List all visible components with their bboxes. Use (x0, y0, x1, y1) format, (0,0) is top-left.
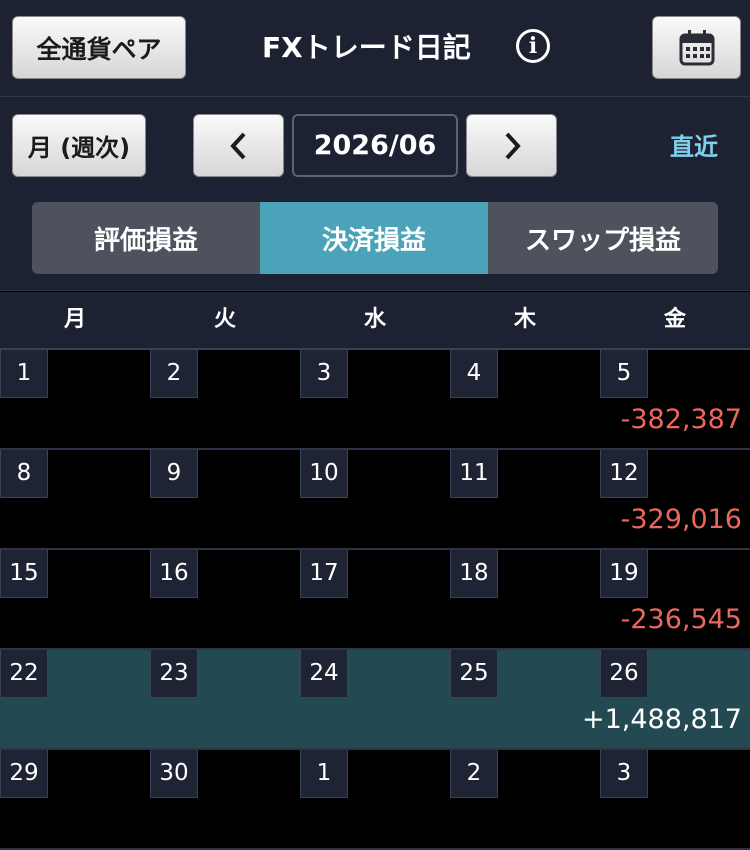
app-title: FXトレード日記 (262, 31, 471, 64)
day-number[interactable]: 24 (300, 650, 348, 698)
top-bar: 全通貨ペア FXトレード日記 i (0, 0, 750, 97)
day-number[interactable]: 30 (150, 750, 198, 798)
day-number[interactable]: 23 (150, 650, 198, 698)
day-number[interactable]: 3 (600, 750, 648, 798)
week-row[interactable]: 1 2 3 4 5 -382,387 (0, 350, 750, 450)
day-number[interactable]: 11 (450, 450, 498, 498)
weekly-pl-value: -382,387 (620, 404, 742, 435)
day-number[interactable]: 19 (600, 550, 648, 598)
weekday-label: 火 (213, 307, 236, 332)
day-number[interactable]: 2 (450, 750, 498, 798)
day-number[interactable]: 8 (0, 450, 48, 498)
day-number[interactable]: 1 (300, 750, 348, 798)
latest-link[interactable]: 直近 (670, 127, 718, 162)
day-number[interactable]: 16 (150, 550, 198, 598)
tab-swap-pl[interactable]: スワップ損益 (488, 202, 718, 274)
weekly-pl-value: -329,016 (620, 504, 742, 535)
current-month-display: 2026/06 (292, 114, 458, 177)
day-number[interactable]: 26 (600, 650, 648, 698)
day-number[interactable]: 3 (300, 350, 348, 398)
day-number[interactable]: 2 (150, 350, 198, 398)
day-number[interactable]: 4 (450, 350, 498, 398)
day-number[interactable]: 9 (150, 450, 198, 498)
navigation-bar: 月 (週次) 2026/06 直近 評価損益 決済損益 スワップ損益 (0, 97, 750, 291)
day-number[interactable]: 17 (300, 550, 348, 598)
calendar-icon (679, 29, 714, 65)
previous-month-button[interactable] (193, 114, 284, 177)
weekday-label: 月 (63, 307, 86, 332)
weekday-label: 木 (513, 307, 536, 332)
week-row[interactable]: 22 23 24 25 26 +1,488,817 (0, 650, 750, 750)
day-number[interactable]: 29 (0, 750, 48, 798)
weekday-header: 月 火 水 木 金 (0, 292, 750, 350)
weekly-pl-value: +1,488,817 (581, 704, 742, 735)
next-month-button[interactable] (466, 114, 557, 177)
chevron-right-icon (505, 132, 521, 159)
tab-unrealized-pl[interactable]: 評価損益 (32, 202, 260, 274)
chevron-left-icon (229, 132, 245, 159)
week-row[interactable]: 29 30 1 2 3 (0, 750, 750, 850)
weekly-pl-value: -236,545 (620, 604, 742, 635)
weekday-label: 金 (663, 307, 686, 332)
day-number[interactable]: 18 (450, 550, 498, 598)
tab-realized-pl[interactable]: 決済損益 (260, 202, 488, 274)
pl-type-tabs: 評価損益 決済損益 スワップ損益 (32, 202, 718, 274)
info-icon[interactable]: i (516, 29, 550, 63)
period-mode-button[interactable]: 月 (週次) (12, 114, 146, 177)
day-number[interactable]: 1 (0, 350, 48, 398)
week-row[interactable]: 15 16 17 18 19 -236,545 (0, 550, 750, 650)
day-number[interactable]: 22 (0, 650, 48, 698)
day-number[interactable]: 10 (300, 450, 348, 498)
week-row[interactable]: 8 9 10 11 12 -329,016 (0, 450, 750, 550)
day-number[interactable]: 5 (600, 350, 648, 398)
day-number[interactable]: 12 (600, 450, 648, 498)
weekday-label: 水 (363, 307, 386, 332)
currency-pair-button[interactable]: 全通貨ペア (12, 16, 186, 79)
day-number[interactable]: 25 (450, 650, 498, 698)
day-number[interactable]: 15 (0, 550, 48, 598)
calendar-button[interactable] (652, 16, 741, 79)
